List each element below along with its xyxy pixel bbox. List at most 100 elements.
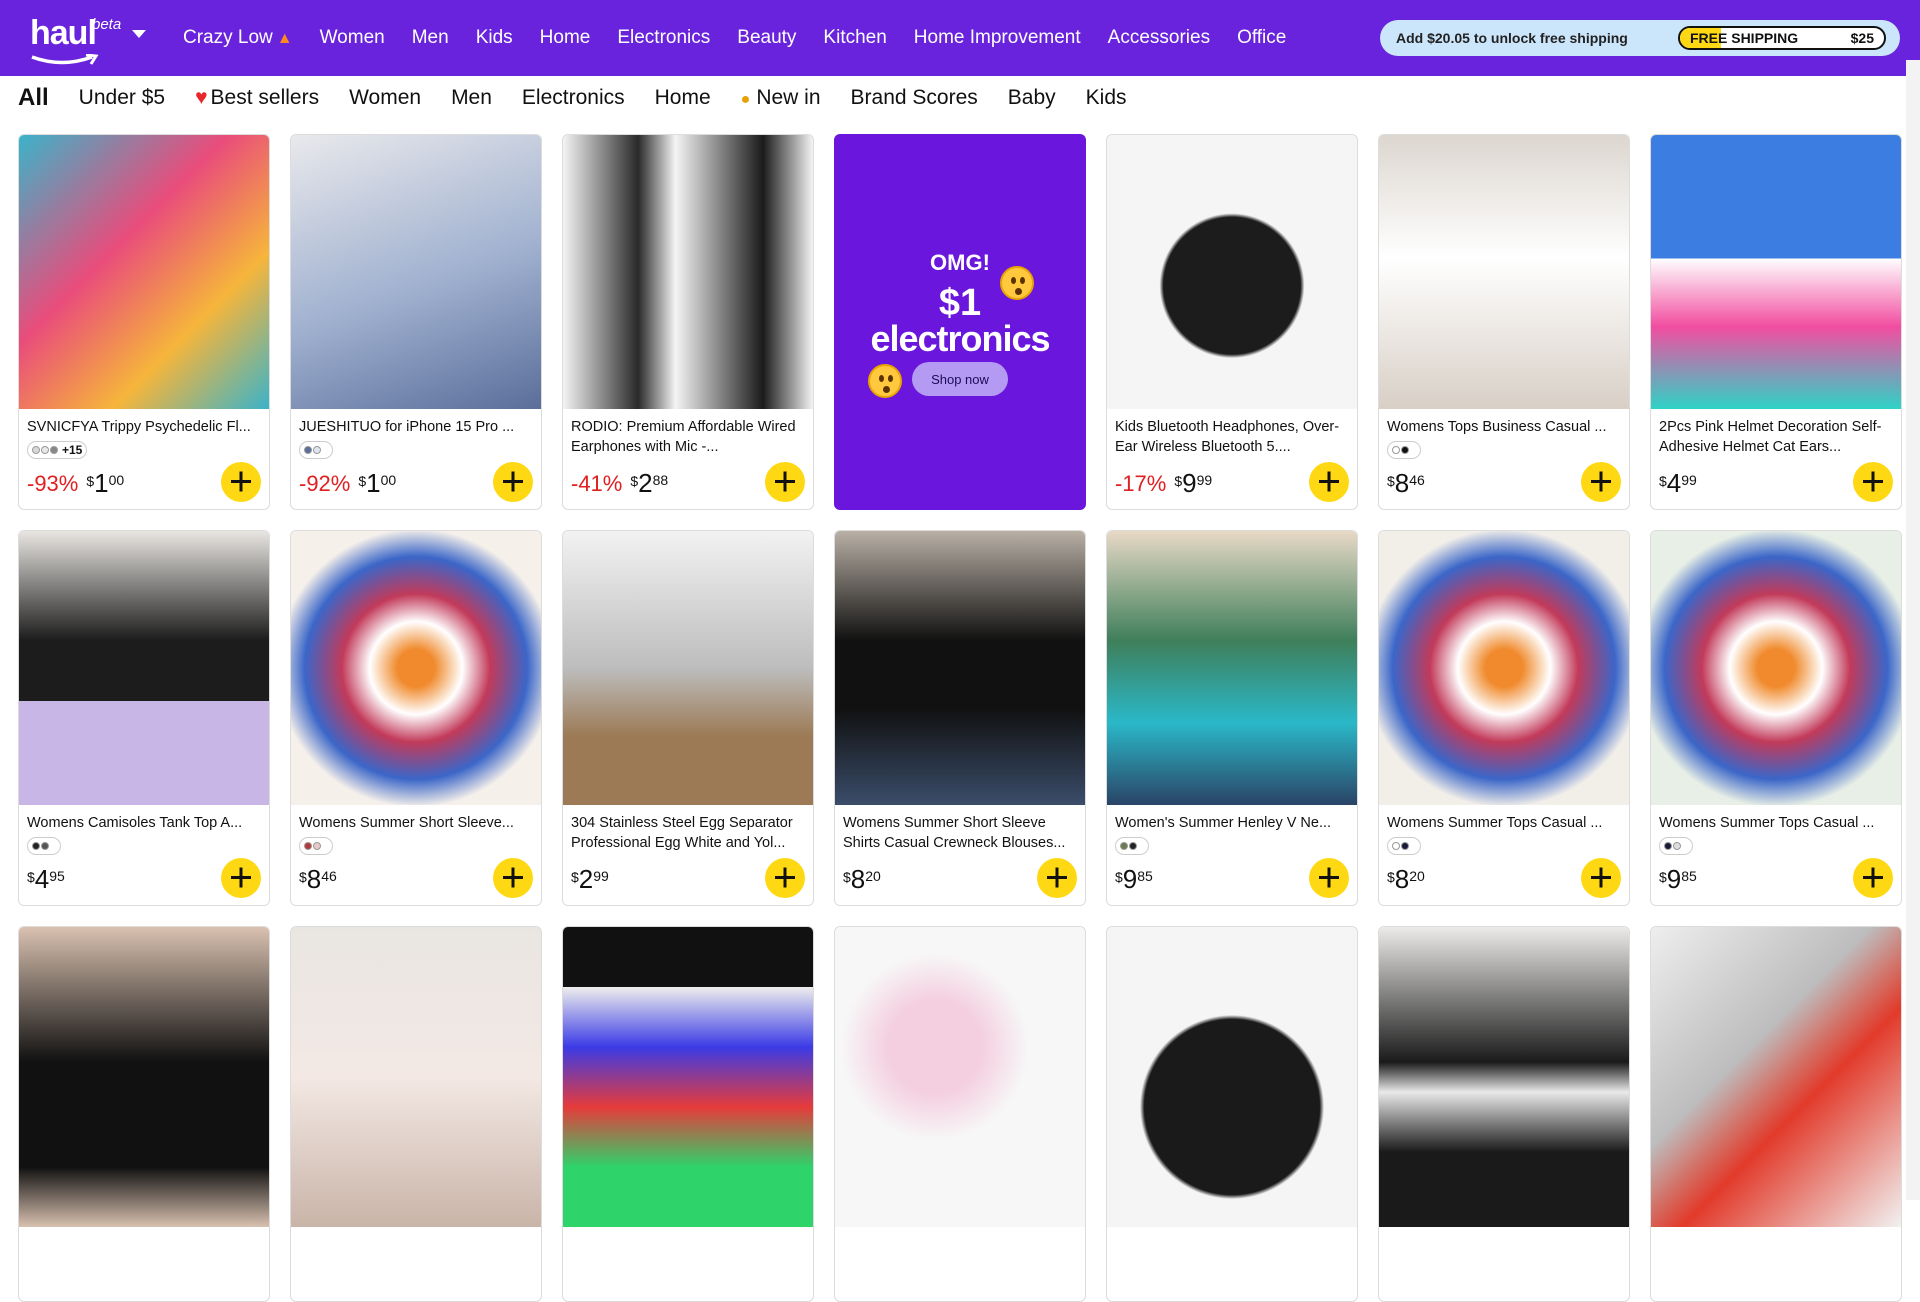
product-title[interactable]: RODIO: Premium Affordable Wired Earphone… [571,417,807,457]
product-title[interactable]: Womens Summer Tops Casual ... [1659,813,1895,833]
product-image[interactable] [19,135,269,409]
add-to-cart-plus-icon[interactable] [1853,858,1893,898]
color-swatch-dot[interactable] [1392,842,1400,850]
color-swatches[interactable]: +15 [27,441,88,459]
category-electronics[interactable]: Electronics [522,86,625,110]
product-title[interactable]: 2Pcs Pink Helmet Decoration Self-Adhesiv… [1659,417,1895,457]
product-title[interactable]: Women's Summer Henley V Ne... [1115,813,1351,833]
product-image[interactable] [1107,927,1357,1227]
category-baby[interactable]: Baby [1008,86,1056,110]
top-nav-women[interactable]: Women [320,27,385,49]
product-title[interactable]: JUESHITUO for iPhone 15 Pro ... [299,417,535,437]
product-image[interactable] [835,531,1085,805]
color-swatches[interactable] [299,837,333,855]
color-swatch-dot[interactable] [32,446,40,454]
promo-card-1-dollar-electronics[interactable]: OMG! $1 electronics Shop now [834,134,1086,510]
add-to-cart-plus-icon[interactable] [765,858,805,898]
product-card[interactable]: 304 Stainless Steel Egg Separator Profes… [562,530,814,906]
color-swatch-dot[interactable] [41,842,49,850]
color-swatch-dot[interactable] [304,446,312,454]
color-swatches[interactable] [1387,837,1421,855]
top-nav-home[interactable]: Home [540,27,591,49]
product-card[interactable] [834,926,1086,1302]
color-swatch-dot[interactable] [1129,842,1137,850]
color-swatches[interactable] [1387,441,1421,459]
color-swatch-dot[interactable] [313,446,321,454]
product-card[interactable]: Womens Summer Tops Casual ... $8 20 [1378,530,1630,906]
add-to-cart-plus-icon[interactable] [1309,858,1349,898]
product-image[interactable] [563,135,813,409]
product-title[interactable]: Womens Summer Short Sleeve Shirts Casual… [843,813,1079,853]
add-to-cart-plus-icon[interactable] [1581,462,1621,502]
product-card[interactable]: SVNICFYA Trippy Psychedelic Fl... +15 -93%… [18,134,270,510]
chevron-down-icon[interactable] [132,30,146,38]
top-nav-home-improvement[interactable]: Home Improvement [914,27,1081,49]
color-swatch-dot[interactable] [304,842,312,850]
color-swatches[interactable] [1115,837,1149,855]
product-card[interactable]: JUESHITUO for iPhone 15 Pro ... -92% $1 00 [290,134,542,510]
shop-now-button[interactable]: Shop now [912,362,1008,396]
add-to-cart-plus-icon[interactable] [1853,462,1893,502]
product-card[interactable] [18,926,270,1302]
product-card[interactable]: 2Pcs Pink Helmet Decoration Self-Adhesiv… [1650,134,1902,510]
product-image[interactable] [291,135,541,409]
top-nav-kitchen[interactable]: Kitchen [823,27,886,49]
category-men[interactable]: Men [451,86,492,110]
color-swatch-dot[interactable] [1120,842,1128,850]
color-swatch-dot[interactable] [1392,446,1400,454]
free-shipping-banner[interactable]: Add $20.05 to unlock free shipping FREE … [1380,20,1900,56]
category-best-sellers[interactable]: ♥ Best sellers [195,86,319,110]
add-to-cart-plus-icon[interactable] [1581,858,1621,898]
product-image[interactable] [1651,927,1901,1227]
add-to-cart-plus-icon[interactable] [221,858,261,898]
product-card[interactable]: RODIO: Premium Affordable Wired Earphone… [562,134,814,510]
category-brand-scores[interactable]: Brand Scores [851,86,978,110]
product-image[interactable] [19,927,269,1227]
top-nav-electronics[interactable]: Electronics [617,27,710,49]
top-nav-accessories[interactable]: Accessories [1108,27,1210,49]
product-title[interactable]: Kids Bluetooth Headphones, Over-Ear Wire… [1115,417,1351,457]
product-title[interactable]: SVNICFYA Trippy Psychedelic Fl... [27,417,263,437]
category-home[interactable]: Home [655,86,711,110]
product-image[interactable] [291,531,541,805]
color-swatch-dot[interactable] [313,842,321,850]
product-title[interactable]: Womens Camisoles Tank Top A... [27,813,263,833]
product-card[interactable] [562,926,814,1302]
product-image[interactable] [1651,531,1901,805]
add-to-cart-plus-icon[interactable] [221,462,261,502]
product-title[interactable]: Womens Tops Business Casual ... [1387,417,1623,437]
product-card[interactable]: Womens Camisoles Tank Top A... $4 95 [18,530,270,906]
color-swatch-dot[interactable] [41,446,49,454]
product-image[interactable] [835,927,1085,1227]
product-title[interactable]: Womens Summer Short Sleeve... [299,813,535,833]
category-all[interactable]: All [18,84,49,112]
product-card[interactable]: Womens Summer Tops Casual ... $9 85 [1650,530,1902,906]
product-image[interactable] [1379,135,1629,409]
product-image[interactable] [291,927,541,1227]
product-image[interactable] [1379,927,1629,1227]
color-swatches[interactable] [1659,837,1693,855]
product-title[interactable]: Womens Summer Tops Casual ... [1387,813,1623,833]
product-image[interactable] [1379,531,1629,805]
color-swatches[interactable] [299,441,333,459]
category-kids[interactable]: Kids [1086,86,1127,110]
category-under-5[interactable]: Under $5 [79,86,165,110]
product-card[interactable] [1378,926,1630,1302]
top-nav-men[interactable]: Men [412,27,449,49]
add-to-cart-plus-icon[interactable] [1309,462,1349,502]
color-swatch-dot[interactable] [1401,446,1409,454]
top-nav-crazy-low[interactable]: Crazy Low ▲ [183,27,293,49]
product-image[interactable] [563,927,813,1227]
category-new-in[interactable]: ● New in [741,86,821,110]
color-swatch-dot[interactable] [1664,842,1672,850]
product-image[interactable] [563,531,813,805]
top-nav-kids[interactable]: Kids [476,27,513,49]
product-image[interactable] [19,531,269,805]
top-nav-beauty[interactable]: Beauty [737,27,796,49]
product-card[interactable]: Women's Summer Henley V Ne... $9 85 [1106,530,1358,906]
color-swatch-dot[interactable] [50,446,58,454]
haul-logo[interactable]: haul beta [26,10,136,68]
add-to-cart-plus-icon[interactable] [765,462,805,502]
add-to-cart-plus-icon[interactable] [493,858,533,898]
product-card[interactable]: Kids Bluetooth Headphones, Over-Ear Wire… [1106,134,1358,510]
